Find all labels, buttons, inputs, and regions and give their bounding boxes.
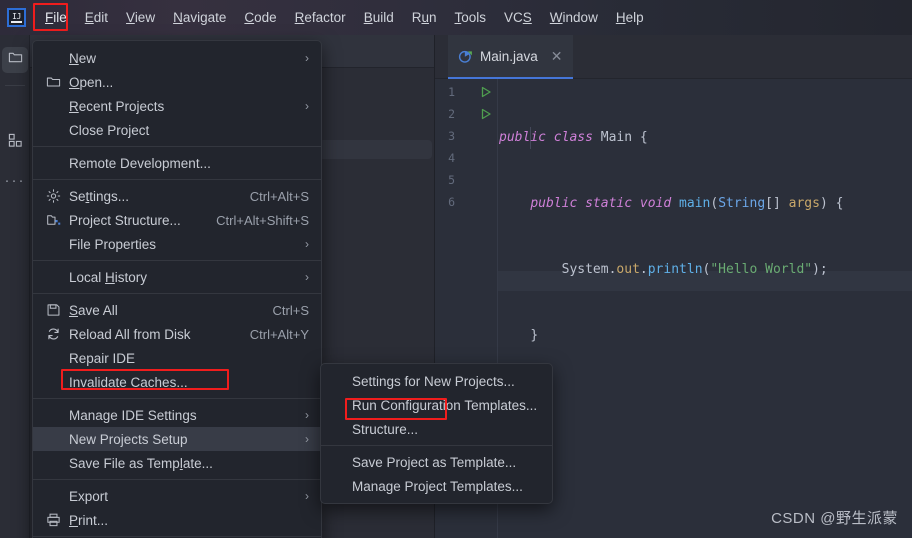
submenu-item-run-configuration-templates[interactable]: Run Configuration Templates... [321,393,552,417]
menu-item-save-file-as-template[interactable]: Save File as Template... [33,451,321,475]
menubar-item-run[interactable]: Run [403,6,446,30]
menu-shortcut: Ctrl+S [272,302,309,318]
menu-item-save-all[interactable]: Save All Ctrl+S [33,298,321,322]
menu-separator [33,146,321,147]
menu-shortcut: Ctrl+Alt+Y [249,326,309,342]
more-tool-windows-button[interactable]: ··· [2,168,28,194]
menu-item-settings[interactable]: Settings... Ctrl+Alt+S [33,184,321,208]
close-icon[interactable]: ✕ [551,48,563,65]
menu-item-invalidate-caches[interactable]: Invalidate Caches... [33,370,321,394]
intellij-logo-icon[interactable]: IJ [7,8,26,27]
submenu-item-settings-for-new-projects[interactable]: Settings for New Projects... [321,369,552,393]
menubar-item-code[interactable]: Code [235,6,285,30]
menu-separator [33,260,321,261]
chevron-right-icon: › [305,489,309,503]
menubar-item-vcs[interactable]: VCS [495,6,541,30]
more-icon: ··· [4,172,26,189]
structure-icon [8,133,23,153]
left-tool-strip: ··· [0,35,30,538]
gear-icon [46,189,61,204]
main-menu-bar: IJ File Edit View Navigate Code Refactor… [0,0,912,35]
submenu-item-structure[interactable]: Structure... [321,417,552,441]
reload-icon [46,327,61,342]
menubar-item-navigate[interactable]: Navigate [164,6,235,30]
code-line-2: public static void main(String[] args) { [530,196,844,211]
menu-item-manage-ide-settings[interactable]: Manage IDE Settings › [33,403,321,427]
menu-item-file-properties[interactable]: File Properties › [33,232,321,256]
menubar-item-edit[interactable]: Edit [76,6,117,30]
menu-separator [33,293,321,294]
editor-tab-bar: Main.java ✕ [435,35,912,79]
menu-separator [33,398,321,399]
menu-item-reload-all-from-disk[interactable]: Reload All from Disk Ctrl+Alt+Y [33,322,321,346]
chevron-right-icon: › [305,408,309,422]
structure-tool-window-button[interactable] [2,130,28,156]
menu-item-close-project[interactable]: Close Project [33,118,321,142]
line-number: 5 [448,173,455,187]
menu-separator [33,479,321,480]
menubar-item-refactor[interactable]: Refactor [286,6,355,30]
line-number: 3 [448,129,455,143]
new-projects-setup-submenu: Settings for New Projects... Run Configu… [320,363,553,504]
menu-item-open[interactable]: Open... [33,70,321,94]
submenu-item-manage-project-templates[interactable]: Manage Project Templates... [321,474,552,498]
file-dropdown-menu: New › Open... Recent Projects › Close Proj… [32,40,322,538]
menu-item-local-history[interactable]: Local History › [33,265,321,289]
chevron-right-icon: › [305,99,309,113]
save-icon [46,303,61,318]
ide-window: ··· Main.java ✕ 1 2 3 4 5 6 public class… [0,0,912,538]
menu-shortcut: Ctrl+Alt+Shift+S [216,212,309,228]
java-class-icon [458,49,473,64]
menu-item-repair-ide[interactable]: Repair IDE [33,346,321,370]
menubar-item-view[interactable]: View [117,6,164,30]
line-number: 6 [448,195,455,209]
editor-tab-main-java[interactable]: Main.java ✕ [448,35,573,79]
chevron-right-icon: › [305,432,309,446]
code-line-5: } [499,391,912,413]
menu-item-new-projects-setup[interactable]: New Projects Setup › [33,427,321,451]
menu-separator [33,536,321,537]
print-icon [46,513,61,528]
submenu-item-save-project-as-template[interactable]: Save Project as Template... [321,450,552,474]
line-number: 1 [448,85,455,99]
editor-tab-title: Main.java [480,48,538,64]
chevron-right-icon: › [305,237,309,251]
code-line-1: public class Main { [499,130,648,145]
menu-item-export[interactable]: Export › [33,484,321,508]
menu-separator [33,179,321,180]
line-number: 2 [448,107,455,121]
watermark: CSDN @野生派蒙 [771,510,898,527]
menu-item-print[interactable]: Print... [33,508,321,532]
menu-item-recent-projects[interactable]: Recent Projects › [33,94,321,118]
line-number: 4 [448,151,455,165]
code-line-4: } [530,328,539,343]
run-class-gutter-icon[interactable] [480,85,492,98]
menu-shortcut: Ctrl+Alt+S [249,188,309,204]
menubar-item-help[interactable]: Help [607,6,653,30]
code-line-3: System.out.println("Hello World"); [561,262,828,277]
module-icon [46,213,61,228]
menubar-item-build[interactable]: Build [355,6,403,30]
menubar-item-window[interactable]: Window [541,6,607,30]
run-method-gutter-icon[interactable] [480,107,492,120]
menubar-item-tools[interactable]: Tools [446,6,496,30]
folder-icon [8,50,23,70]
folder-icon [46,75,61,90]
chevron-right-icon: › [305,51,309,65]
menu-separator [321,445,552,446]
editor-code[interactable]: public class Main { public static void m… [499,79,912,538]
menubar-item-file[interactable]: File [36,6,76,30]
project-tool-window-button[interactable] [2,47,28,73]
menu-item-remote-development[interactable]: Remote Development... [33,151,321,175]
menu-item-project-structure[interactable]: Project Structure... Ctrl+Alt+Shift+S [33,208,321,232]
menu-item-new[interactable]: New › [33,46,321,70]
chevron-right-icon: › [305,270,309,284]
